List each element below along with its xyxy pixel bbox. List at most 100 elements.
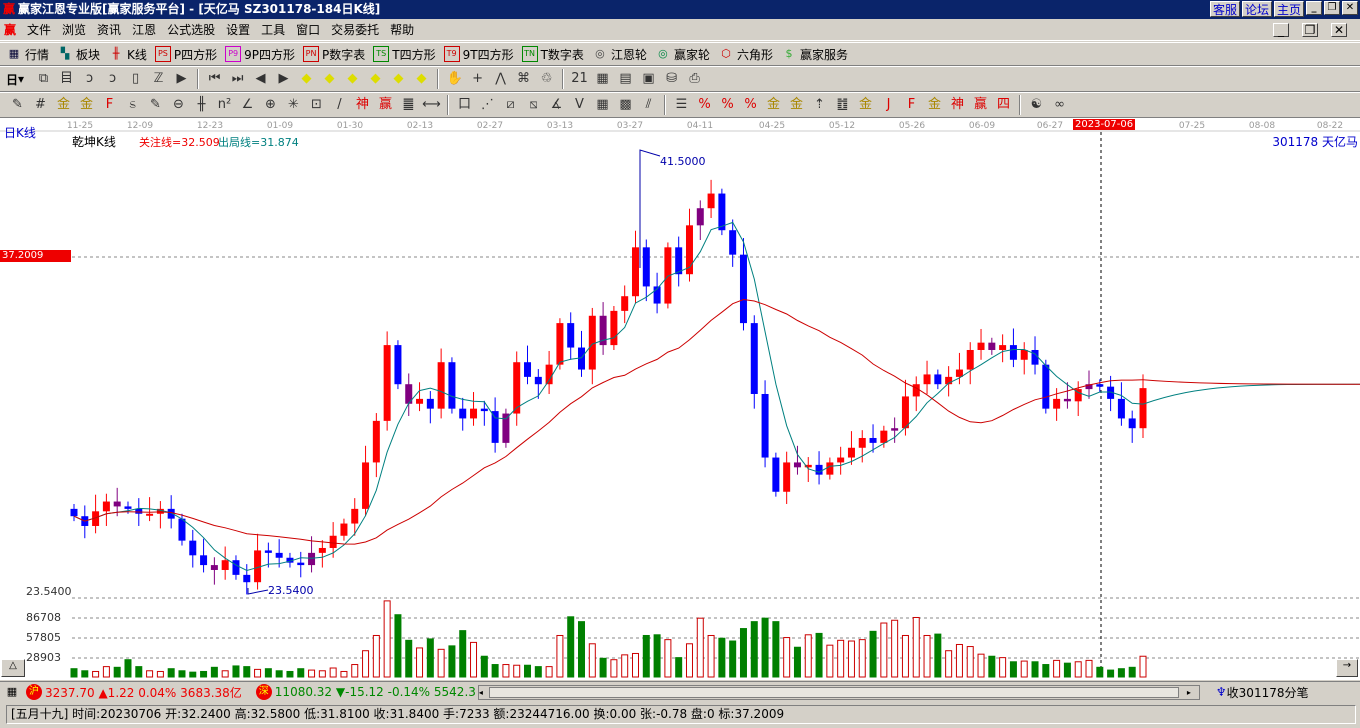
toolbar-blocks[interactable]: ▚ 板块 — [57, 46, 100, 63]
square-icon[interactable]: ⊡ — [305, 95, 328, 115]
gold4-icon[interactable]: 金 — [785, 95, 808, 115]
spiral-icon[interactable]: ಽ — [121, 95, 144, 115]
quote-table-icon[interactable]: ▦ — [4, 684, 20, 700]
pen2-icon[interactable]: ✎ — [144, 95, 167, 115]
f-icon[interactable]: F — [98, 95, 121, 115]
grid2-icon[interactable]: ▦ — [591, 95, 614, 115]
shen-icon[interactable]: 神 — [351, 95, 374, 115]
rect-icon[interactable]: 口 — [453, 95, 476, 115]
forum-button[interactable]: 论坛 — [1241, 1, 1272, 17]
v-icon[interactable]: V — [568, 95, 591, 115]
box2-icon[interactable]: ⧄ — [499, 95, 522, 115]
list-icon[interactable]: ☰ — [670, 95, 693, 115]
menu-item[interactable]: 工具 — [261, 21, 285, 38]
ab-icon[interactable]: ䷂ — [831, 95, 854, 115]
grid-icon[interactable]: # — [29, 95, 52, 115]
child-close-button[interactable]: ✕ — [1331, 23, 1347, 37]
f2-icon[interactable]: F — [900, 95, 923, 115]
taiji-icon[interactable]: ☯ — [1025, 95, 1048, 115]
toolbar-pn[interactable]: PN P数字表 — [303, 46, 365, 63]
toolbar-hexagon[interactable]: ⬡ 六角形 — [718, 46, 773, 63]
menu-item[interactable]: 资讯 — [97, 21, 121, 38]
candle-type-icon[interactable]: ▯ — [124, 69, 147, 89]
pct3-icon[interactable]: % — [739, 95, 762, 115]
pct1-icon[interactable]: % — [693, 95, 716, 115]
step3-icon[interactable]: ↄ — [78, 69, 101, 89]
menu-item[interactable]: 浏览 — [62, 21, 86, 38]
network-icon[interactable]: ⛁ — [660, 69, 683, 89]
grid3-icon[interactable]: ▩ — [614, 95, 637, 115]
box3-icon[interactable]: ⧅ — [522, 95, 545, 115]
infinity-icon[interactable]: ∞ — [1048, 95, 1071, 115]
box-icon[interactable]: ䷀ — [397, 95, 420, 115]
ying2-icon[interactable]: 赢 — [969, 95, 992, 115]
toolbar-ps[interactable]: PS P四方形 — [154, 46, 217, 63]
lines-icon[interactable]: / — [328, 95, 351, 115]
flag-icon[interactable]: ▶ — [170, 69, 193, 89]
toolbar-wheel[interactable]: ◎ 江恩轮 — [592, 46, 647, 63]
zoom-h-icon[interactable]: ◆ — [341, 69, 364, 89]
zoom-v-icon[interactable]: ◆ — [410, 69, 433, 89]
pattern-icon[interactable]: ⌘ — [512, 69, 535, 89]
circle-icon[interactable]: ⊖ — [167, 95, 190, 115]
menu-item[interactable]: 文件 — [27, 21, 51, 38]
toolbar-tn[interactable]: TN T数字表 — [521, 46, 584, 63]
service-button[interactable]: 客服 — [1209, 1, 1240, 17]
pen-icon[interactable]: ✎ — [6, 95, 29, 115]
menu-item[interactable]: 公式选股 — [167, 21, 215, 38]
toolbar-candle[interactable]: ╫ K线 — [108, 46, 147, 63]
j-icon[interactable]: J — [877, 95, 900, 115]
gold5-icon[interactable]: 金 — [854, 95, 877, 115]
calendar-icon[interactable]: 21 — [568, 69, 591, 89]
restore-button[interactable]: ❐ — [1324, 1, 1340, 15]
left-icon[interactable]: ◀ — [249, 69, 272, 89]
toolbar-table[interactable]: ▦ 行情 — [6, 46, 49, 63]
calculator-icon[interactable]: ▦ — [591, 69, 614, 89]
bars-icon[interactable]: ╫ — [190, 95, 213, 115]
ying-icon[interactable]: 赢 — [374, 95, 397, 115]
zoom-out-icon[interactable]: ◆ — [387, 69, 410, 89]
child-minimize-button[interactable]: _ — [1273, 23, 1289, 37]
period-select[interactable]: 日 ▾ — [6, 71, 24, 88]
close-button[interactable]: ✕ — [1342, 1, 1358, 15]
last-icon[interactable]: ⏭ — [226, 69, 249, 89]
first-icon[interactable]: ⏮ — [203, 69, 226, 89]
star-icon[interactable]: ✳ — [282, 95, 305, 115]
menu-item[interactable]: 窗口 — [296, 21, 320, 38]
parallel-icon[interactable]: ⫽ — [637, 95, 660, 115]
kline-chart[interactable]: 11-25 12-09 12-23 01-09 01-30 02-13 02-27 03-13… — [0, 118, 1360, 680]
notes-icon[interactable]: 目 — [55, 69, 78, 89]
shen2-icon[interactable]: 神 — [946, 95, 969, 115]
menu-item[interactable]: 江恩 — [132, 21, 156, 38]
n2-icon[interactable]: n² — [213, 95, 236, 115]
four-icon[interactable]: 四 — [992, 95, 1015, 115]
pct2-icon[interactable]: % — [716, 95, 739, 115]
horizontal-scrollbar[interactable]: ◂ ▸ — [477, 684, 1200, 700]
angle-icon[interactable]: ∠ — [236, 95, 259, 115]
measure-icon[interactable]: ⟷ — [420, 95, 443, 115]
draw-icon[interactable]: ⧉ — [32, 69, 55, 89]
recycle-icon[interactable]: ♲ — [535, 69, 558, 89]
arrow-left-icon[interactable]: ◆ — [295, 69, 318, 89]
cross-icon[interactable]: + — [466, 69, 489, 89]
terminal-icon[interactable]: ⎙ — [683, 69, 706, 89]
arrow-up-icon[interactable]: ⇡ — [808, 95, 831, 115]
zoom-in-icon[interactable]: ◆ — [364, 69, 387, 89]
menu-item[interactable]: 设置 — [226, 21, 250, 38]
menu-item[interactable]: 帮助 — [390, 21, 414, 38]
hand-icon[interactable]: ✋ — [443, 69, 466, 89]
gold2-icon[interactable]: 金 — [75, 95, 98, 115]
toolbar-p9[interactable]: P9 9P四方形 — [225, 46, 295, 63]
gold1-icon[interactable]: 金 — [52, 95, 75, 115]
formula-icon[interactable]: ℤ — [147, 69, 170, 89]
toolbar-t9[interactable]: T9 9T四方形 — [443, 46, 514, 63]
doc-icon[interactable]: ▤ — [614, 69, 637, 89]
menu-item[interactable]: 交易委托 — [331, 21, 379, 38]
angle2-icon[interactable]: ∡ — [545, 95, 568, 115]
save-icon[interactable]: ▣ — [637, 69, 660, 89]
line-icon[interactable]: ⋀ — [489, 69, 512, 89]
expand-up-button[interactable]: △ — [1, 659, 25, 677]
home-button[interactable]: 主页 — [1273, 1, 1304, 17]
gold3-icon[interactable]: 金 — [762, 95, 785, 115]
minimize-button[interactable]: _ — [1306, 1, 1322, 15]
